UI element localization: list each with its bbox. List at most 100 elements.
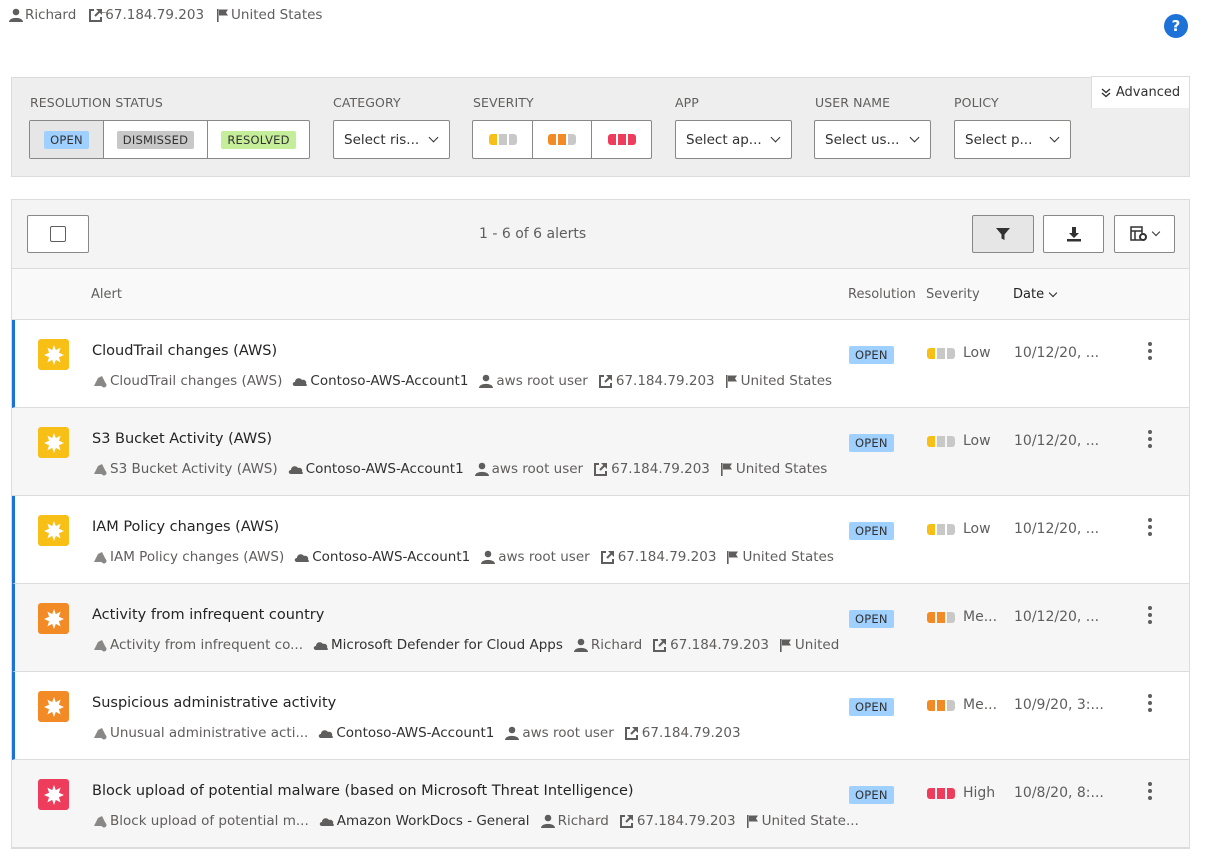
help-button[interactable]: ? xyxy=(1164,14,1188,38)
filter-button[interactable] xyxy=(972,215,1034,253)
alert-row[interactable]: CloudTrail changes (AWS) CloudTrail chan… xyxy=(12,320,1189,408)
app-dropdown[interactable]: Select ap... xyxy=(675,120,792,159)
alert-ip[interactable]: 67.184.79.203 xyxy=(593,461,710,477)
resolution-badge: OPEN xyxy=(849,698,894,716)
select-all-checkbox[interactable] xyxy=(27,215,89,253)
user-icon xyxy=(505,726,520,740)
resolution-open-option[interactable]: OPEN xyxy=(30,121,104,158)
cloud-icon xyxy=(313,642,329,650)
download-icon xyxy=(1066,227,1081,242)
cloud-icon xyxy=(319,818,334,826)
table-settings-button[interactable] xyxy=(1114,215,1175,253)
column-header-date[interactable]: Date xyxy=(1013,287,1058,302)
advanced-filter-button[interactable]: Advanced xyxy=(1091,76,1190,108)
alert-ip[interactable]: 67.184.79.203 xyxy=(619,813,736,829)
alert-ip[interactable]: 67.184.79.203 xyxy=(652,637,769,653)
checkbox-icon xyxy=(50,226,66,242)
column-header-alert[interactable]: Alert xyxy=(91,287,122,302)
alert-title[interactable]: Activity from infrequent country xyxy=(92,607,324,623)
resolution-badge: OPEN xyxy=(849,610,894,628)
alert-user[interactable]: aws root user xyxy=(474,461,583,477)
more-options-button[interactable] xyxy=(1145,604,1155,626)
alert-user[interactable]: Richard xyxy=(540,813,609,829)
user-name-label: USER NAME xyxy=(815,95,891,110)
alert-app[interactable]: Contoso-AWS-Account1 xyxy=(318,725,494,741)
resolution-status-label: RESOLUTION STATUS xyxy=(30,95,163,110)
chevron-down-icon xyxy=(909,132,920,143)
alert-title[interactable]: IAM Policy changes (AWS) xyxy=(92,519,279,535)
export-button[interactable] xyxy=(1043,215,1104,253)
user-icon xyxy=(474,462,489,476)
alert-title[interactable]: CloudTrail changes (AWS) xyxy=(92,343,277,359)
policy-icon xyxy=(94,640,107,652)
user-name-dropdown[interactable]: Select us... xyxy=(814,120,931,159)
context-country[interactable]: United States xyxy=(216,7,322,23)
severity-low-option[interactable] xyxy=(473,121,533,158)
column-header-severity[interactable]: Severity xyxy=(926,287,980,302)
more-options-button[interactable] xyxy=(1145,428,1155,450)
alert-country[interactable]: United xyxy=(779,637,839,653)
alert-country[interactable]: United States xyxy=(725,373,832,389)
alert-country[interactable]: United State... xyxy=(746,813,859,829)
flag-icon xyxy=(725,375,737,388)
context-bar: Richard 67.184.79.203 United States xyxy=(8,6,322,24)
alert-row[interactable]: S3 Bucket Activity (AWS) S3 Bucket Activ… xyxy=(12,408,1189,496)
policy-label: POLICY xyxy=(954,95,999,110)
alert-policy[interactable]: S3 Bucket Activity (AWS) xyxy=(92,461,278,477)
context-ip[interactable]: 67.184.79.203 xyxy=(88,7,204,23)
category-dropdown[interactable]: Select ris... xyxy=(333,120,450,159)
alert-app[interactable]: Microsoft Defender for Cloud Apps xyxy=(313,637,563,653)
alert-severity: Me... xyxy=(927,697,997,713)
alert-app[interactable]: Contoso-AWS-Account1 xyxy=(294,549,470,565)
resolution-dismissed-option[interactable]: DISMISSED xyxy=(104,121,208,158)
resolution-resolved-option[interactable]: RESOLVED xyxy=(208,121,309,158)
more-options-button[interactable] xyxy=(1145,780,1155,802)
alert-user[interactable]: aws root user xyxy=(504,725,614,741)
alert-row[interactable]: Block upload of potential malware (based… xyxy=(12,760,1189,848)
alert-country[interactable]: United States xyxy=(726,549,834,565)
flag-icon xyxy=(779,639,791,652)
alert-row[interactable]: IAM Policy changes (AWS) IAM Policy chan… xyxy=(12,496,1189,584)
alert-policy[interactable]: Block upload of potential m... xyxy=(92,813,309,829)
alert-app[interactable]: Amazon WorkDocs - General xyxy=(319,813,530,829)
starburst-icon xyxy=(43,784,64,805)
more-options-button[interactable] xyxy=(1145,340,1155,362)
alert-app[interactable]: Contoso-AWS-Account1 xyxy=(288,461,464,477)
alert-user[interactable]: Richard xyxy=(573,637,642,653)
alert-severity-icon xyxy=(38,691,69,722)
alert-ip[interactable]: 67.184.79.203 xyxy=(600,549,716,565)
alert-title[interactable]: Suspicious administrative activity xyxy=(92,695,336,711)
context-user[interactable]: Richard xyxy=(8,7,76,23)
chevron-down-icon xyxy=(1151,227,1161,237)
alert-title[interactable]: S3 Bucket Activity (AWS) xyxy=(92,431,272,447)
resolution-badge: OPEN xyxy=(849,522,894,540)
severity-bars-icon xyxy=(927,787,955,799)
resolution-badge: OPEN xyxy=(849,434,894,452)
alert-severity: High xyxy=(927,785,995,801)
alert-ip[interactable]: 67.184.79.203 xyxy=(624,725,741,741)
severity-high-option[interactable] xyxy=(592,121,651,158)
alert-user[interactable]: aws root user xyxy=(480,549,590,565)
alert-row[interactable]: Activity from infrequent country Activit… xyxy=(12,584,1189,672)
alert-title[interactable]: Block upload of potential malware (based… xyxy=(92,783,634,799)
policy-dropdown[interactable]: Select p... xyxy=(954,120,1071,159)
sort-desc-icon xyxy=(1048,288,1058,297)
flag-icon xyxy=(746,815,758,828)
alert-policy[interactable]: Activity from infrequent co... xyxy=(92,637,303,653)
column-header-resolution[interactable]: Resolution xyxy=(848,287,916,302)
alert-row[interactable]: Suspicious administrative activity Unusu… xyxy=(12,672,1189,760)
more-options-button[interactable] xyxy=(1145,692,1155,714)
alert-app[interactable]: Contoso-AWS-Account1 xyxy=(292,373,468,389)
alert-country[interactable]: United States xyxy=(720,461,827,477)
cloud-icon xyxy=(319,730,334,738)
starburst-icon xyxy=(43,432,64,453)
alert-user[interactable]: aws root user xyxy=(478,373,588,389)
table-settings-icon xyxy=(1130,226,1147,241)
severity-medium-option[interactable] xyxy=(533,121,592,158)
alert-policy[interactable]: IAM Policy changes (AWS) xyxy=(92,549,284,565)
cloud-icon xyxy=(294,554,310,562)
alert-ip[interactable]: 67.184.79.203 xyxy=(598,373,715,389)
alert-policy[interactable]: Unusual administrative acti... xyxy=(92,725,308,741)
more-options-button[interactable] xyxy=(1145,516,1155,538)
alert-policy[interactable]: CloudTrail changes (AWS) xyxy=(92,373,282,389)
